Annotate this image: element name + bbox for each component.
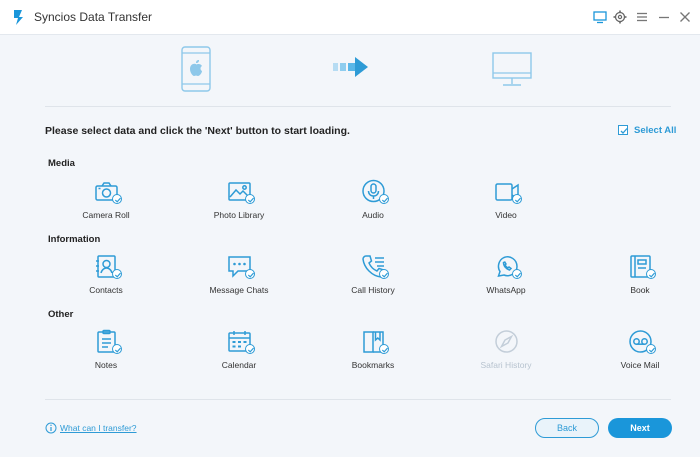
item-label: Audio	[362, 210, 384, 220]
item-notes[interactable]: Notes	[61, 329, 151, 377]
item-label: WhatsApp	[486, 285, 526, 295]
item-book[interactable]: Book	[595, 254, 685, 302]
gear-icon[interactable]	[612, 9, 628, 25]
transfer-banner	[0, 34, 700, 106]
checked-badge-icon	[512, 269, 522, 279]
minimize-icon[interactable]	[656, 9, 672, 25]
computer-icon	[492, 52, 532, 86]
checked-badge-icon	[379, 269, 389, 279]
item-label: Camera Roll	[82, 210, 130, 220]
next-button[interactable]: Next	[608, 418, 672, 438]
item-label: Call History	[351, 285, 395, 295]
checked-badge-icon	[112, 344, 122, 354]
item-video[interactable]: Video	[461, 179, 551, 227]
item-label: Safari History	[480, 360, 532, 370]
select-all-label[interactable]: Select All	[634, 125, 676, 136]
section-title-media: Media	[48, 158, 75, 169]
item-label: Message Chats	[209, 285, 269, 295]
checked-badge-icon	[646, 344, 656, 354]
checked-badge-icon	[512, 194, 522, 204]
item-label: Voice Mail	[620, 360, 660, 370]
instruction-text: Please select data and click the 'Next' …	[45, 125, 350, 137]
checked-badge-icon	[379, 344, 389, 354]
item-label: Calendar	[221, 360, 257, 370]
item-camera-roll[interactable]: Camera Roll	[61, 179, 151, 227]
info-icon	[45, 422, 57, 434]
divider	[45, 106, 671, 107]
compass-icon	[494, 329, 520, 355]
divider	[45, 399, 671, 400]
menu-icon[interactable]	[634, 9, 650, 25]
screen-icon[interactable]	[592, 9, 608, 25]
item-audio[interactable]: Audio	[328, 179, 418, 227]
item-message-chats[interactable]: Message Chats	[194, 254, 284, 302]
checked-badge-icon	[245, 194, 255, 204]
checked-badge-icon	[245, 344, 255, 354]
section-title-information: Information	[48, 234, 101, 245]
item-safari-history: Safari History	[461, 329, 551, 377]
item-calendar[interactable]: Calendar	[194, 329, 284, 377]
checked-badge-icon	[646, 269, 656, 279]
back-button[interactable]: Back	[535, 418, 599, 438]
item-label: Bookmarks	[351, 360, 395, 370]
item-label: Video	[495, 210, 517, 220]
app-logo-icon	[14, 10, 23, 25]
item-contacts[interactable]: Contacts	[61, 254, 151, 302]
item-photo-library[interactable]: Photo Library	[194, 179, 284, 227]
checked-badge-icon	[379, 194, 389, 204]
transfer-arrow-icon	[333, 57, 368, 77]
title-bar: Syncios Data Transfer	[0, 0, 700, 35]
item-voice-mail[interactable]: Voice Mail	[595, 329, 685, 377]
close-icon[interactable]	[677, 9, 693, 25]
app-title: Syncios Data Transfer	[34, 10, 153, 24]
item-whatsapp[interactable]: WhatsApp	[461, 254, 551, 302]
phone-icon	[181, 46, 211, 92]
section-title-other: Other	[48, 309, 74, 320]
item-label: Contacts	[89, 285, 123, 295]
checkbox-icon[interactable]	[618, 125, 628, 135]
checked-badge-icon	[112, 269, 122, 279]
item-bookmarks[interactable]: Bookmarks	[328, 329, 418, 377]
item-label: Book	[630, 285, 650, 295]
checked-badge-icon	[112, 194, 122, 204]
item-label: Photo Library	[213, 210, 265, 220]
item-label: Notes	[94, 360, 118, 370]
checked-badge-icon	[245, 269, 255, 279]
help-link-label[interactable]: What can I transfer?	[60, 423, 137, 433]
item-call-history[interactable]: Call History	[328, 254, 418, 302]
